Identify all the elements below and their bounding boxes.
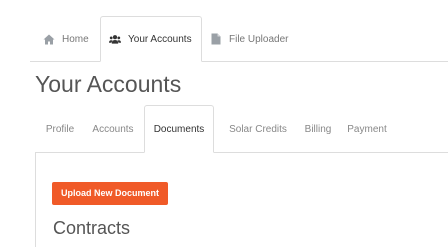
tab-profile[interactable]: Profile xyxy=(37,105,83,153)
tab-home[interactable]: Home xyxy=(43,16,98,62)
tab-file-uploader-label: File Uploader xyxy=(229,33,289,45)
tab-payment[interactable]: Payment xyxy=(342,105,392,153)
home-icon xyxy=(43,33,55,45)
tab-solar-credits[interactable]: Solar Credits xyxy=(218,105,298,153)
contracts-heading: Contracts xyxy=(53,218,131,238)
tab-billing[interactable]: Billing xyxy=(298,105,338,153)
tab-documents[interactable]: Documents xyxy=(144,105,214,153)
top-navigation: Home Your Accounts File Uploader xyxy=(0,0,448,62)
upload-new-document-button[interactable]: Upload New Document xyxy=(52,182,169,205)
account-sub-navigation: Profile Accounts Documents Solar Credits… xyxy=(35,105,448,153)
documents-panel: Upload New Document Contracts xyxy=(35,152,448,247)
tab-home-label: Home xyxy=(62,33,89,45)
tab-your-accounts-label: Your Accounts xyxy=(128,33,192,45)
file-icon xyxy=(210,33,222,45)
tab-file-uploader[interactable]: File Uploader xyxy=(210,16,300,62)
tab-your-accounts[interactable]: Your Accounts xyxy=(100,16,202,62)
users-icon xyxy=(109,33,121,45)
page-title: Your Accounts xyxy=(35,71,182,97)
tab-accounts[interactable]: Accounts xyxy=(87,105,139,153)
